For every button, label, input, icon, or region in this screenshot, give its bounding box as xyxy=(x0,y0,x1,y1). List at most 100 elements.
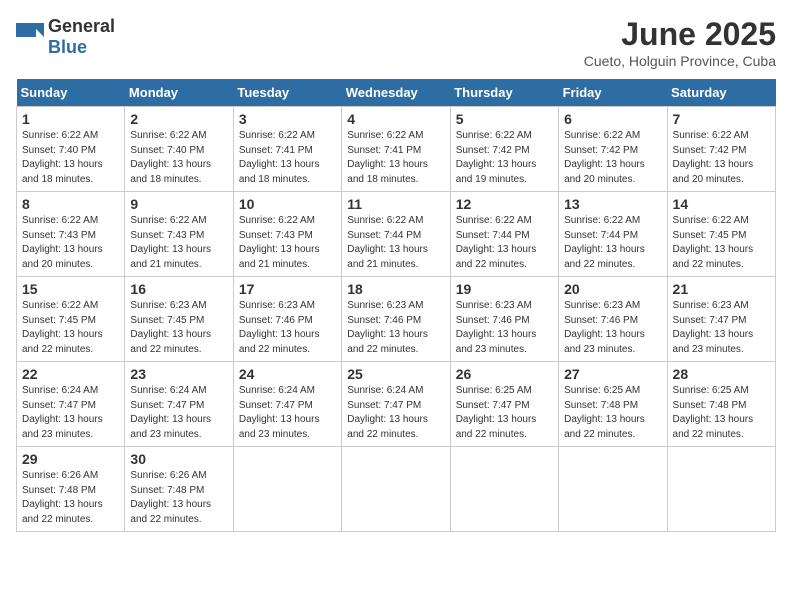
logo-icon xyxy=(16,23,44,51)
day-info: Sunrise: 6:26 AM Sunset: 7:48 PM Dayligh… xyxy=(130,469,227,527)
day-cell: 6 Sunrise: 6:22 AM Sunset: 7:42 PM Daylig… xyxy=(559,107,667,192)
day-info: Sunrise: 6:23 AM Sunset: 7:46 PM Dayligh… xyxy=(239,299,336,357)
day-cell xyxy=(667,447,775,532)
day-info: Sunrise: 6:22 AM Sunset: 7:42 PM Dayligh… xyxy=(456,129,553,187)
day-info: Sunrise: 6:22 AM Sunset: 7:44 PM Dayligh… xyxy=(347,214,444,272)
week-row-5: 29 Sunrise: 6:26 AM Sunset: 7:48 PM Dayli… xyxy=(17,447,776,532)
calendar-table: Sunday Monday Tuesday Wednesday Thursday… xyxy=(16,79,776,532)
day-cell: 1 Sunrise: 6:22 AM Sunset: 7:40 PM Daylig… xyxy=(17,107,125,192)
day-number: 24 xyxy=(239,366,336,382)
day-info: Sunrise: 6:24 AM Sunset: 7:47 PM Dayligh… xyxy=(22,384,119,442)
day-info: Sunrise: 6:24 AM Sunset: 7:47 PM Dayligh… xyxy=(347,384,444,442)
day-info: Sunrise: 6:22 AM Sunset: 7:40 PM Dayligh… xyxy=(130,129,227,187)
day-cell: 5 Sunrise: 6:22 AM Sunset: 7:42 PM Daylig… xyxy=(450,107,558,192)
day-number: 27 xyxy=(564,366,661,382)
day-cell xyxy=(559,447,667,532)
day-cell: 11 Sunrise: 6:22 AM Sunset: 7:44 PM Dayli… xyxy=(342,192,450,277)
day-cell: 3 Sunrise: 6:22 AM Sunset: 7:41 PM Daylig… xyxy=(233,107,341,192)
day-number: 9 xyxy=(130,196,227,212)
logo-general: General xyxy=(48,16,115,36)
day-info: Sunrise: 6:25 AM Sunset: 7:47 PM Dayligh… xyxy=(456,384,553,442)
day-cell: 10 Sunrise: 6:22 AM Sunset: 7:43 PM Dayli… xyxy=(233,192,341,277)
day-number: 5 xyxy=(456,111,553,127)
day-info: Sunrise: 6:23 AM Sunset: 7:46 PM Dayligh… xyxy=(347,299,444,357)
header-saturday: Saturday xyxy=(667,79,775,107)
week-row-3: 15Sunrise: 6:22 AM Sunset: 7:45 PM Dayli… xyxy=(17,277,776,362)
day-number: 6 xyxy=(564,111,661,127)
day-number: 26 xyxy=(456,366,553,382)
day-info: Sunrise: 6:22 AM Sunset: 7:43 PM Dayligh… xyxy=(239,214,336,272)
day-number: 12 xyxy=(456,196,553,212)
day-number: 8 xyxy=(22,196,119,212)
day-number: 14 xyxy=(673,196,770,212)
day-number: 23 xyxy=(130,366,227,382)
day-info: Sunrise: 6:22 AM Sunset: 7:42 PM Dayligh… xyxy=(673,129,770,187)
day-info: Sunrise: 6:22 AM Sunset: 7:43 PM Dayligh… xyxy=(22,214,119,272)
day-number: 28 xyxy=(673,366,770,382)
day-cell: 25 Sunrise: 6:24 AM Sunset: 7:47 PM Dayli… xyxy=(342,362,450,447)
day-number: 29 xyxy=(22,451,119,467)
day-cell: 20 Sunrise: 6:23 AM Sunset: 7:46 PM Dayli… xyxy=(559,277,667,362)
day-info: Sunrise: 6:22 AM Sunset: 7:43 PM Dayligh… xyxy=(130,214,227,272)
day-cell: 9 Sunrise: 6:22 AM Sunset: 7:43 PM Daylig… xyxy=(125,192,233,277)
location-subtitle: Cueto, Holguin Province, Cuba xyxy=(584,53,776,69)
title-area: June 2025 Cueto, Holguin Province, Cuba xyxy=(584,16,776,69)
day-info: Sunrise: 6:23 AM Sunset: 7:46 PM Dayligh… xyxy=(456,299,553,357)
day-cell: 26 Sunrise: 6:25 AM Sunset: 7:47 PM Dayli… xyxy=(450,362,558,447)
page-header: General Blue June 2025 Cueto, Holguin Pr… xyxy=(16,16,776,69)
day-cell: 4Sunrise: 6:22 AM Sunset: 7:41 PM Daylig… xyxy=(342,107,450,192)
day-number: 11 xyxy=(347,196,444,212)
header-friday: Friday xyxy=(559,79,667,107)
day-number: 4 xyxy=(347,111,444,127)
day-info: Sunrise: 6:23 AM Sunset: 7:45 PM Dayligh… xyxy=(130,299,227,357)
day-number: 2 xyxy=(130,111,227,127)
calendar-header-row: Sunday Monday Tuesday Wednesday Thursday… xyxy=(17,79,776,107)
header-sunday: Sunday xyxy=(17,79,125,107)
day-cell: 28 Sunrise: 6:25 AM Sunset: 7:48 PM Dayli… xyxy=(667,362,775,447)
day-cell: 30 Sunrise: 6:26 AM Sunset: 7:48 PM Dayli… xyxy=(125,447,233,532)
day-info: Sunrise: 6:24 AM Sunset: 7:47 PM Dayligh… xyxy=(239,384,336,442)
day-cell: 17 Sunrise: 6:23 AM Sunset: 7:46 PM Dayli… xyxy=(233,277,341,362)
day-cell: 24 Sunrise: 6:24 AM Sunset: 7:47 PM Dayli… xyxy=(233,362,341,447)
week-row-2: 8 Sunrise: 6:22 AM Sunset: 7:43 PM Daylig… xyxy=(17,192,776,277)
day-cell: 27Sunrise: 6:25 AM Sunset: 7:48 PM Dayli… xyxy=(559,362,667,447)
day-cell: 23Sunrise: 6:24 AM Sunset: 7:47 PM Dayli… xyxy=(125,362,233,447)
day-number: 20 xyxy=(564,281,661,297)
day-number: 19 xyxy=(456,281,553,297)
day-info: Sunrise: 6:22 AM Sunset: 7:41 PM Dayligh… xyxy=(239,129,336,187)
header-wednesday: Wednesday xyxy=(342,79,450,107)
day-cell: 29Sunrise: 6:26 AM Sunset: 7:48 PM Dayli… xyxy=(17,447,125,532)
day-cell: 14Sunrise: 6:22 AM Sunset: 7:45 PM Dayli… xyxy=(667,192,775,277)
day-cell: 19 Sunrise: 6:23 AM Sunset: 7:46 PM Dayli… xyxy=(450,277,558,362)
week-row-1: 1 Sunrise: 6:22 AM Sunset: 7:40 PM Daylig… xyxy=(17,107,776,192)
day-cell: 16 Sunrise: 6:23 AM Sunset: 7:45 PM Dayli… xyxy=(125,277,233,362)
day-number: 10 xyxy=(239,196,336,212)
day-number: 21 xyxy=(673,281,770,297)
day-info: Sunrise: 6:25 AM Sunset: 7:48 PM Dayligh… xyxy=(673,384,770,442)
day-info: Sunrise: 6:23 AM Sunset: 7:46 PM Dayligh… xyxy=(564,299,661,357)
header-tuesday: Tuesday xyxy=(233,79,341,107)
day-info: Sunrise: 6:22 AM Sunset: 7:44 PM Dayligh… xyxy=(456,214,553,272)
week-row-4: 22Sunrise: 6:24 AM Sunset: 7:47 PM Dayli… xyxy=(17,362,776,447)
day-info: Sunrise: 6:22 AM Sunset: 7:42 PM Dayligh… xyxy=(564,129,661,187)
day-number: 16 xyxy=(130,281,227,297)
day-cell: 2 Sunrise: 6:22 AM Sunset: 7:40 PM Daylig… xyxy=(125,107,233,192)
day-cell xyxy=(342,447,450,532)
header-thursday: Thursday xyxy=(450,79,558,107)
day-cell: 18 Sunrise: 6:23 AM Sunset: 7:46 PM Dayli… xyxy=(342,277,450,362)
day-number: 7 xyxy=(673,111,770,127)
day-cell xyxy=(450,447,558,532)
day-number: 25 xyxy=(347,366,444,382)
logo: General Blue xyxy=(16,16,115,58)
day-number: 30 xyxy=(130,451,227,467)
day-info: Sunrise: 6:23 AM Sunset: 7:47 PM Dayligh… xyxy=(673,299,770,357)
day-number: 1 xyxy=(22,111,119,127)
day-cell: 8 Sunrise: 6:22 AM Sunset: 7:43 PM Daylig… xyxy=(17,192,125,277)
day-number: 17 xyxy=(239,281,336,297)
day-number: 3 xyxy=(239,111,336,127)
day-info: Sunrise: 6:22 AM Sunset: 7:40 PM Dayligh… xyxy=(22,129,119,187)
day-number: 18 xyxy=(347,281,444,297)
day-cell xyxy=(233,447,341,532)
day-info: Sunrise: 6:22 AM Sunset: 7:45 PM Dayligh… xyxy=(22,299,119,357)
logo-text: General Blue xyxy=(48,16,115,58)
